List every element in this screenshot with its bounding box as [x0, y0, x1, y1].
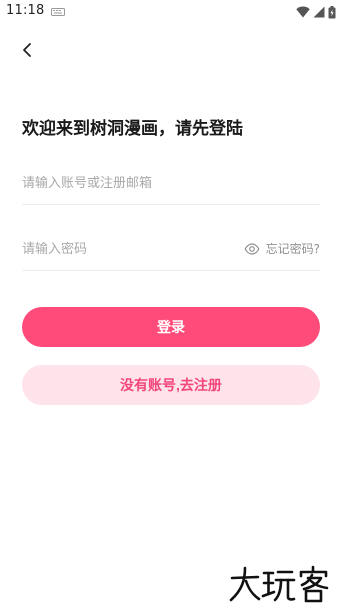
login-button[interactable]: 登录 — [22, 307, 320, 347]
page-title: 欢迎来到树洞漫画，请先登陆 — [22, 119, 243, 139]
notification-icon — [51, 8, 65, 16]
status-bar: 11:18 — [0, 0, 342, 24]
wifi-icon — [296, 6, 310, 18]
account-field — [22, 164, 320, 205]
back-arrow-icon — [23, 43, 31, 57]
cellular-signal-icon — [313, 6, 325, 18]
back-button[interactable] — [14, 38, 40, 62]
password-field: 忘记密码? — [22, 230, 320, 271]
watermark-logo — [229, 565, 329, 603]
account-input[interactable] — [22, 164, 320, 202]
status-icons — [296, 5, 336, 19]
status-time: 11:18 — [6, 3, 45, 18]
register-button[interactable]: 没有账号,去注册 — [22, 365, 320, 405]
forgot-password-link[interactable]: 忘记密码? — [266, 240, 320, 257]
password-tools: 忘记密码? — [244, 240, 320, 257]
eye-icon[interactable] — [244, 241, 260, 257]
battery-charging-icon — [328, 5, 336, 18]
password-input[interactable] — [22, 230, 222, 268]
